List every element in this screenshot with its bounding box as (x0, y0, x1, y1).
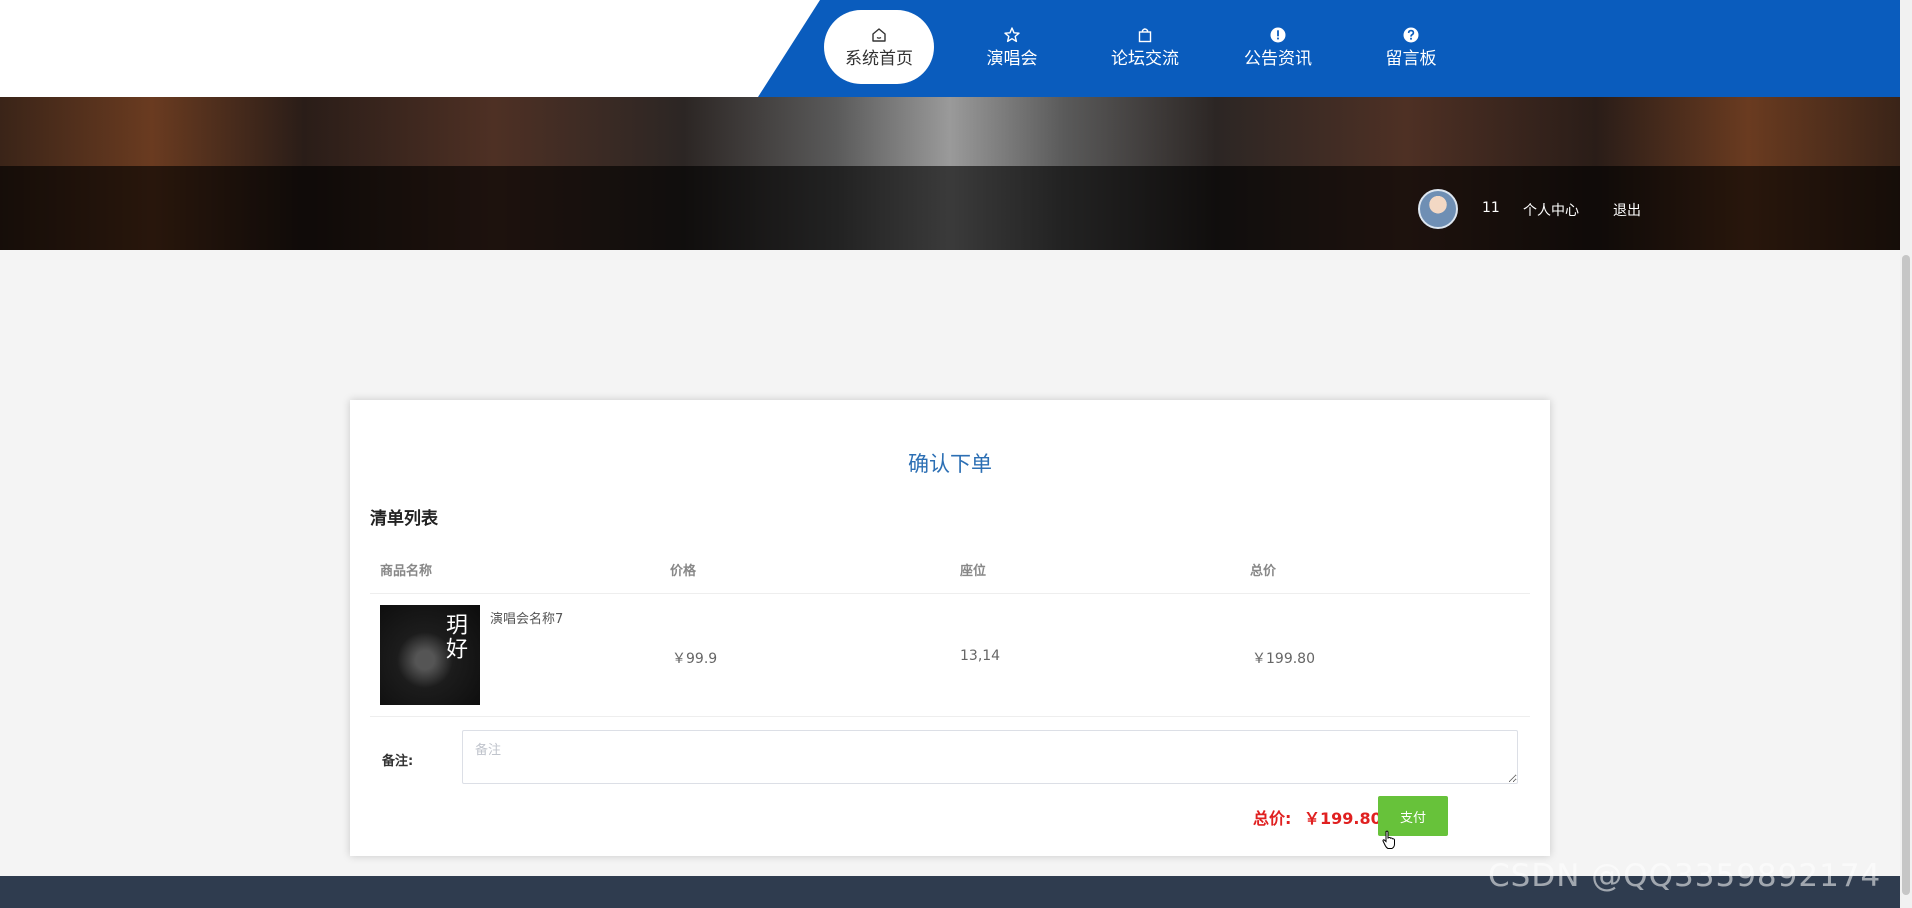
product-image: 玥好 (380, 605, 480, 705)
banner: 11 个人中心 退出 (0, 97, 1900, 250)
column-header-price: 价格 (670, 564, 697, 579)
nav-item-forum[interactable]: 论坛交流 (1090, 10, 1200, 84)
main-nav: 系统首页 演唱会 论坛交流 公告资讯 留言板 (824, 10, 1489, 84)
section-title: 清单列表 (370, 509, 438, 529)
column-header-seat: 座位 (960, 564, 987, 579)
column-header-total: 总价 (1250, 564, 1277, 579)
nav-item-news[interactable]: 公告资讯 (1223, 10, 1333, 84)
nav-label: 公告资讯 (1244, 48, 1312, 69)
page-title: 确认下单 (908, 452, 992, 476)
nav-label: 系统首页 (845, 48, 913, 69)
bag-icon (1138, 27, 1152, 42)
total-value: ￥199.80 (1304, 809, 1382, 828)
user-area: 11 个人中心 退出 (0, 97, 1900, 250)
column-header-name: 商品名称 (380, 564, 433, 579)
hand-cursor-icon (1382, 830, 1395, 849)
watermark: CSDN @QQ3359892174 (1488, 858, 1882, 894)
exclamation-icon (1270, 27, 1286, 42)
seat-numbers: 13,14 (960, 648, 1001, 664)
home-icon (872, 27, 886, 42)
product-price: ￥99.9 (672, 651, 718, 667)
user-center-link[interactable]: 个人中心 (1523, 200, 1579, 220)
product-name: 演唱会名称7 (490, 612, 564, 627)
order-card: 确认下单 清单列表 商品名称 价格 座位 总价 玥好 演唱会名称7 ￥99.9 … (350, 400, 1550, 856)
nav-label: 演唱会 (986, 48, 1038, 69)
divider (370, 716, 1530, 717)
scrollbar[interactable] (1900, 0, 1912, 908)
username: 11 (1482, 200, 1500, 216)
note-label: 备注: (382, 754, 414, 769)
product-image-text: 玥好 (442, 613, 467, 661)
total-label: 总价: (1253, 809, 1292, 828)
nav-item-home[interactable]: 系统首页 (824, 10, 934, 84)
top-bar: 系统首页 演唱会 论坛交流 公告资讯 留言板 (0, 0, 1900, 97)
star-icon (1004, 26, 1020, 42)
avatar[interactable] (1418, 189, 1458, 229)
nav-item-concert[interactable]: 演唱会 (957, 10, 1067, 84)
nav-item-messages[interactable]: 留言板 (1356, 10, 1466, 84)
nav-label: 论坛交流 (1111, 48, 1179, 69)
question-icon (1403, 27, 1419, 42)
row-total: ￥199.80 (1252, 651, 1315, 667)
scrollbar-thumb[interactable] (1902, 255, 1910, 895)
logout-link[interactable]: 退出 (1613, 200, 1641, 220)
divider (370, 593, 1530, 594)
note-textarea[interactable] (462, 730, 1518, 784)
nav-label: 留言板 (1385, 48, 1437, 69)
